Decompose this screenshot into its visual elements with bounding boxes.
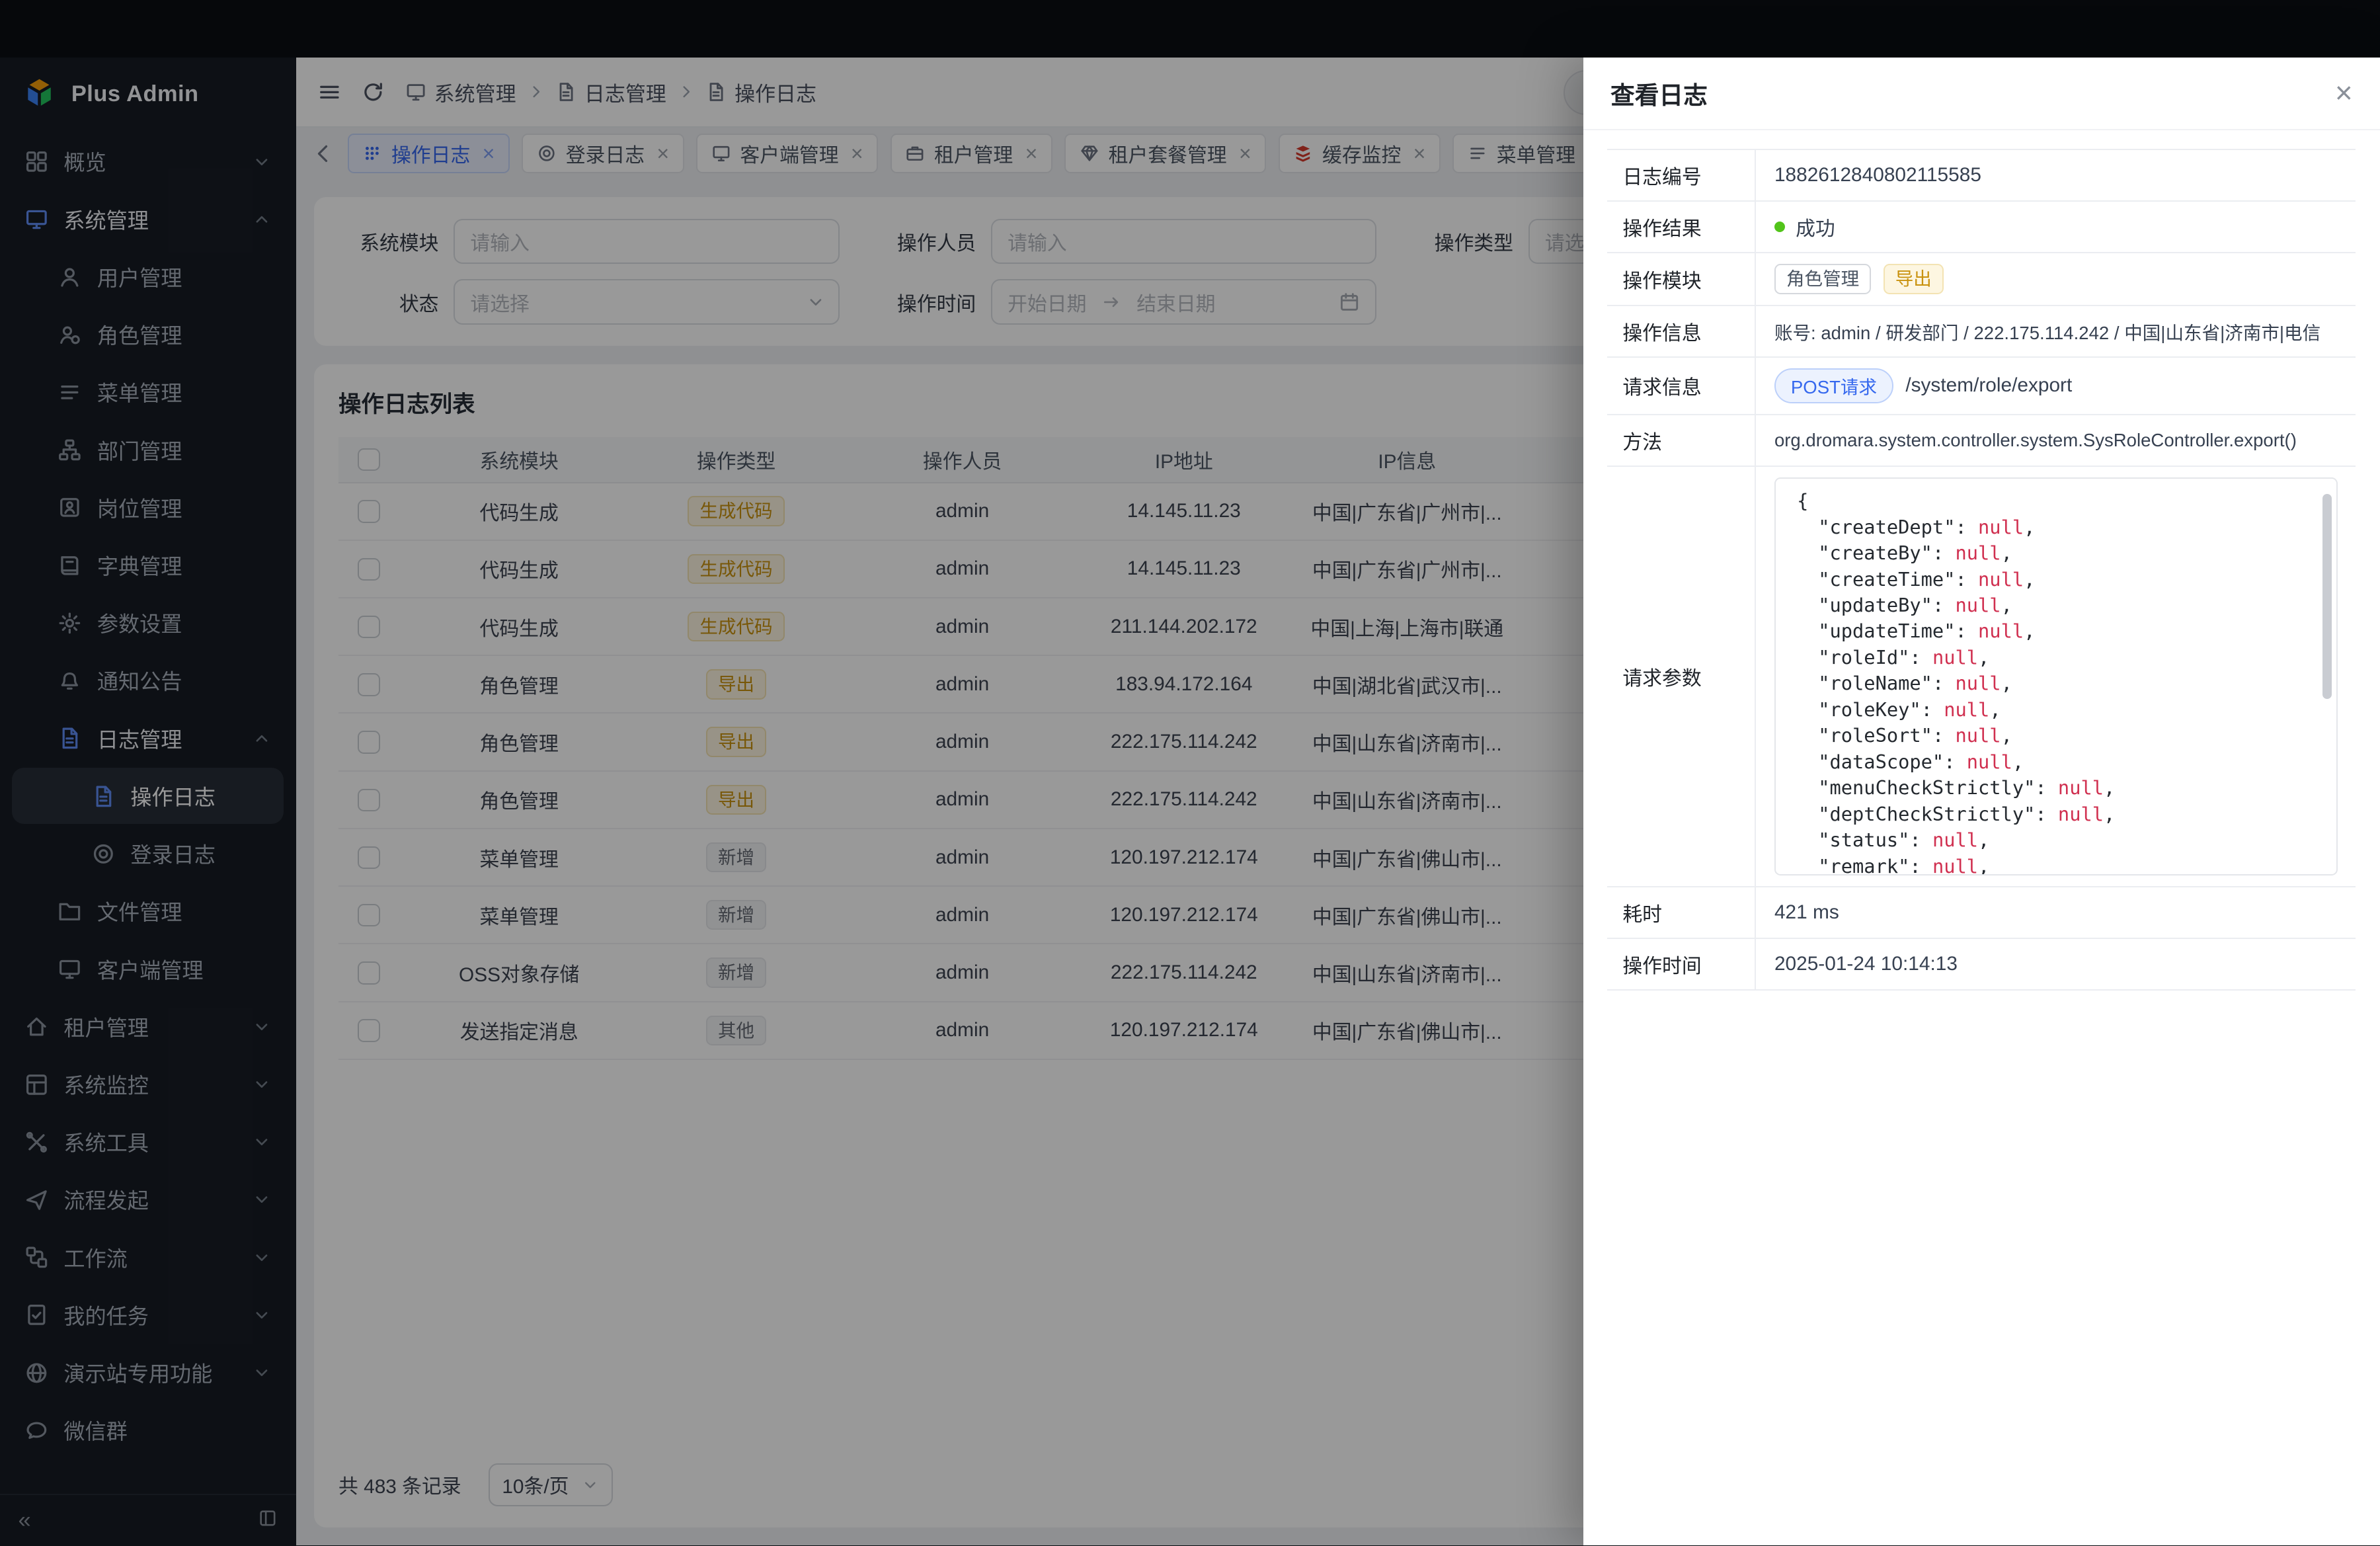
field-result: 操作结果 成功: [1607, 202, 2356, 253]
field-time: 操作时间 2025-01-24 10:14:13: [1607, 939, 2356, 991]
code-line: "createDept": null,: [1797, 514, 2315, 540]
result-value: 成功: [1796, 212, 1835, 241]
field-request: 请求信息 POST请求 /system/role/export: [1607, 358, 2356, 415]
code-line: "dataScope": null,: [1797, 749, 2315, 775]
view-log-drawer: 查看日志 × 日志编号 1882612840802115585 操作结果 成功 …: [1583, 58, 2380, 1545]
field-method: 方法 org.dromara.system.controller.system.…: [1607, 415, 2356, 467]
field-label: 请求参数: [1607, 467, 1756, 886]
field-label: 操作信息: [1607, 306, 1756, 356]
code-scrollbar[interactable]: [2322, 494, 2332, 699]
code-line: "roleId": null,: [1797, 645, 2315, 671]
drawer-header: 查看日志 ×: [1583, 58, 2380, 130]
duration-value: 421 ms: [1756, 887, 2356, 938]
field-params: 请求参数 {"createDept": null,"createBy": nul…: [1607, 467, 2356, 887]
op-type-tag: 导出: [1884, 264, 1944, 294]
code-line: "roleSort": null,: [1797, 723, 2315, 749]
field-label: 日志编号: [1607, 150, 1756, 200]
log-id-value: 1882612840802115585: [1756, 150, 2356, 200]
code-line: "updateBy": null,: [1797, 592, 2315, 618]
params-code-lines: {"createDept": null,"createBy": null,"cr…: [1797, 488, 2315, 875]
code-line: "status": null,: [1797, 827, 2315, 853]
log-detail-table: 日志编号 1882612840802115585 操作结果 成功 操作模块 角色…: [1607, 149, 2356, 991]
code-line: "deptCheckStrictly": null,: [1797, 801, 2315, 827]
operation-time-value: 2025-01-24 10:14:13: [1756, 939, 2356, 989]
request-url: /system/role/export: [1905, 374, 2072, 397]
field-label: 操作结果: [1607, 202, 1756, 252]
field-info: 操作信息 账号: admin / 研发部门 / 222.175.114.242 …: [1607, 306, 2356, 358]
operation-info-value: 账号: admin / 研发部门 / 222.175.114.242 / 中国|…: [1756, 306, 2356, 356]
method-value: org.dromara.system.controller.system.Sys…: [1756, 415, 2356, 466]
field-label: 操作时间: [1607, 939, 1756, 989]
code-line: "remark": null,: [1797, 854, 2315, 875]
success-dot-icon: [1774, 222, 1785, 232]
field-label: 方法: [1607, 415, 1756, 466]
field-duration: 耗时 421 ms: [1607, 887, 2356, 939]
code-line: "createBy": null,: [1797, 540, 2315, 566]
drawer-body: 日志编号 1882612840802115585 操作结果 成功 操作模块 角色…: [1583, 130, 2380, 1545]
code-line: "roleName": null,: [1797, 671, 2315, 696]
code-line: "updateTime": null,: [1797, 618, 2315, 644]
code-line: {: [1797, 488, 2315, 514]
field-log-id: 日志编号 1882612840802115585: [1607, 150, 2356, 202]
request-params-code[interactable]: {"createDept": null,"createBy": null,"cr…: [1774, 477, 2338, 875]
field-label: 请求信息: [1607, 358, 1756, 414]
field-module: 操作模块 角色管理 导出: [1607, 253, 2356, 305]
drawer-title: 查看日志: [1610, 75, 1708, 111]
module-tag: 角色管理: [1774, 264, 1871, 294]
close-icon[interactable]: ×: [2335, 78, 2353, 108]
code-line: "menuCheckStrictly": null,: [1797, 775, 2315, 801]
code-line: "createTime": null,: [1797, 567, 2315, 592]
field-label: 耗时: [1607, 887, 1756, 938]
http-method-tag: POST请求: [1774, 368, 1893, 403]
code-line: "roleKey": null,: [1797, 697, 2315, 723]
field-label: 操作模块: [1607, 253, 1756, 304]
